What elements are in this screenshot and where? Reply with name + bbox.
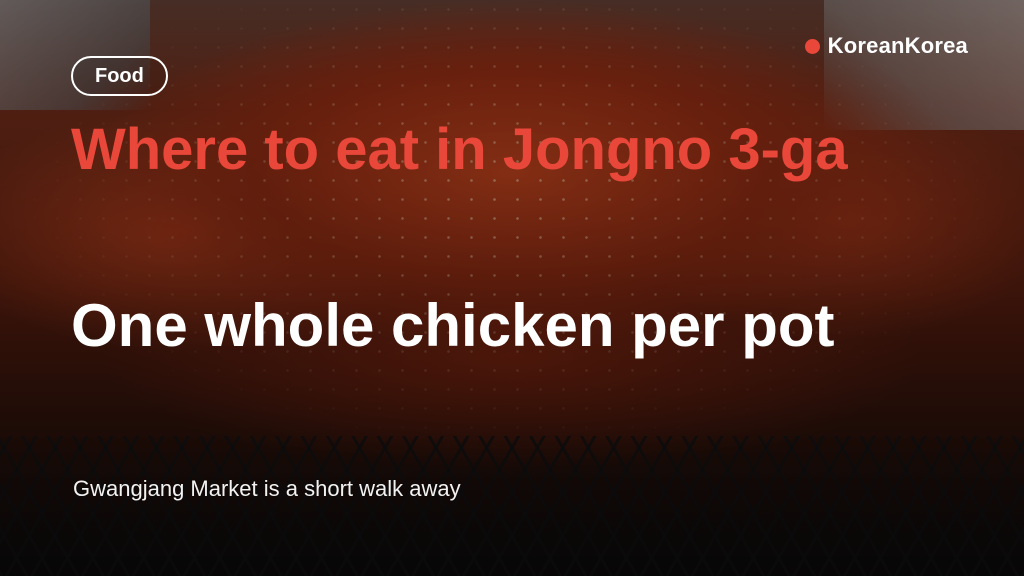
headline: Where to eat in Jongno 3-ga xyxy=(71,117,848,182)
category-label: Food xyxy=(95,64,144,87)
subheadline: One whole chicken per pot xyxy=(71,292,835,359)
brand-name: KoreanKorea xyxy=(827,33,968,58)
category-tag[interactable]: Food xyxy=(71,56,168,96)
brand-dot-icon xyxy=(804,38,820,54)
caption: Gwangjang Market is a short walk away xyxy=(73,476,461,501)
brand-logo[interactable]: KoreanKorea xyxy=(804,33,968,59)
